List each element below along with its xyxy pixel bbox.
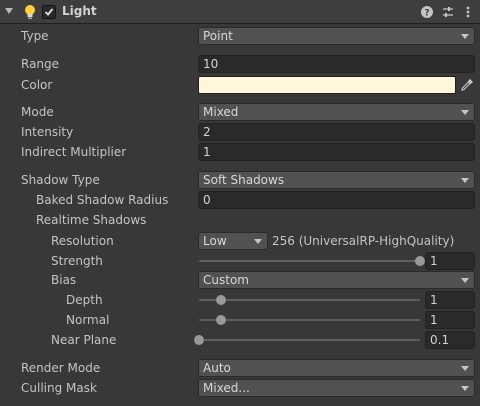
help-icon[interactable]: ? bbox=[420, 5, 434, 19]
strength-slider-thumb[interactable] bbox=[415, 256, 425, 266]
eyedropper-icon[interactable] bbox=[459, 77, 475, 93]
mode-value: Mixed bbox=[203, 105, 239, 119]
near-plane-slider-thumb[interactable] bbox=[194, 335, 204, 345]
depth-slider-track[interactable] bbox=[199, 299, 420, 301]
component-header: Light ? bbox=[0, 0, 480, 24]
chevron-down-icon bbox=[461, 366, 469, 371]
indirect-multiplier-label: Indirect Multiplier bbox=[21, 145, 127, 159]
type-label: Type bbox=[21, 29, 49, 43]
bias-dropdown[interactable]: Custom bbox=[198, 271, 475, 289]
depth-field[interactable]: 1 bbox=[425, 291, 475, 309]
strength-label: Strength bbox=[51, 254, 103, 268]
depth-label: Depth bbox=[66, 293, 103, 307]
mode-dropdown[interactable]: Mixed bbox=[198, 103, 475, 121]
bias-value: Custom bbox=[203, 273, 249, 287]
baked-shadow-radius-field[interactable]: 0 bbox=[198, 191, 475, 209]
foldout-arrow-icon[interactable] bbox=[5, 8, 13, 14]
intensity-label: Intensity bbox=[21, 125, 74, 139]
resolution-info: 256 (UniversalRP-HighQuality) bbox=[272, 234, 455, 248]
chevron-down-icon bbox=[461, 278, 469, 283]
render-mode-dropdown[interactable]: Auto bbox=[198, 359, 475, 377]
more-icon[interactable] bbox=[461, 5, 475, 19]
component-title: Light bbox=[62, 4, 97, 18]
shadow-type-dropdown[interactable]: Soft Shadows bbox=[198, 171, 475, 189]
bias-label: Bias bbox=[51, 273, 77, 287]
render-mode-label: Render Mode bbox=[21, 361, 101, 375]
normal-slider-thumb[interactable] bbox=[216, 315, 227, 325]
realtime-shadows-label: Realtime Shadows bbox=[36, 213, 147, 227]
chevron-down-icon bbox=[461, 34, 469, 39]
strength-slider-track[interactable] bbox=[199, 260, 420, 262]
culling-mask-dropdown[interactable]: Mixed... bbox=[198, 379, 475, 397]
near-plane-label: Near Plane bbox=[51, 333, 117, 347]
resolution-dropdown[interactable]: Low bbox=[198, 232, 268, 250]
culling-mask-value: Mixed... bbox=[203, 381, 250, 395]
type-value: Point bbox=[203, 29, 233, 43]
enable-checkbox[interactable] bbox=[42, 5, 56, 19]
checkmark-icon bbox=[44, 8, 54, 16]
chevron-down-icon bbox=[461, 178, 469, 183]
range-field[interactable]: 10 bbox=[198, 55, 475, 73]
color-label: Color bbox=[21, 78, 53, 92]
near-plane-slider-track[interactable] bbox=[199, 339, 420, 341]
svg-text:?: ? bbox=[424, 9, 429, 19]
range-label: Range bbox=[21, 57, 60, 71]
resolution-label: Resolution bbox=[51, 234, 114, 248]
normal-field[interactable]: 1 bbox=[425, 311, 475, 329]
normal-label: Normal bbox=[66, 313, 110, 327]
chevron-down-icon bbox=[254, 239, 262, 244]
presets-icon[interactable] bbox=[441, 5, 455, 19]
baked-shadow-radius-label: Baked Shadow Radius bbox=[36, 193, 169, 207]
light-bulb-icon bbox=[25, 5, 35, 19]
resolution-value: Low bbox=[203, 234, 227, 248]
type-dropdown[interactable]: Point bbox=[198, 27, 475, 45]
depth-slider-thumb[interactable] bbox=[216, 295, 227, 305]
near-plane-field[interactable]: 0.1 bbox=[425, 331, 475, 349]
chevron-down-icon bbox=[461, 110, 469, 115]
render-mode-value: Auto bbox=[203, 361, 231, 375]
chevron-down-icon bbox=[461, 386, 469, 391]
color-swatch[interactable] bbox=[198, 76, 456, 94]
normal-slider-track[interactable] bbox=[199, 319, 420, 321]
shadow-type-label: Shadow Type bbox=[21, 173, 100, 187]
mode-label: Mode bbox=[21, 105, 54, 119]
shadow-type-value: Soft Shadows bbox=[203, 173, 285, 187]
culling-mask-label: Culling Mask bbox=[21, 381, 97, 395]
strength-field[interactable]: 1 bbox=[425, 252, 475, 270]
indirect-multiplier-field[interactable]: 1 bbox=[198, 143, 475, 161]
intensity-field[interactable]: 2 bbox=[198, 123, 475, 141]
